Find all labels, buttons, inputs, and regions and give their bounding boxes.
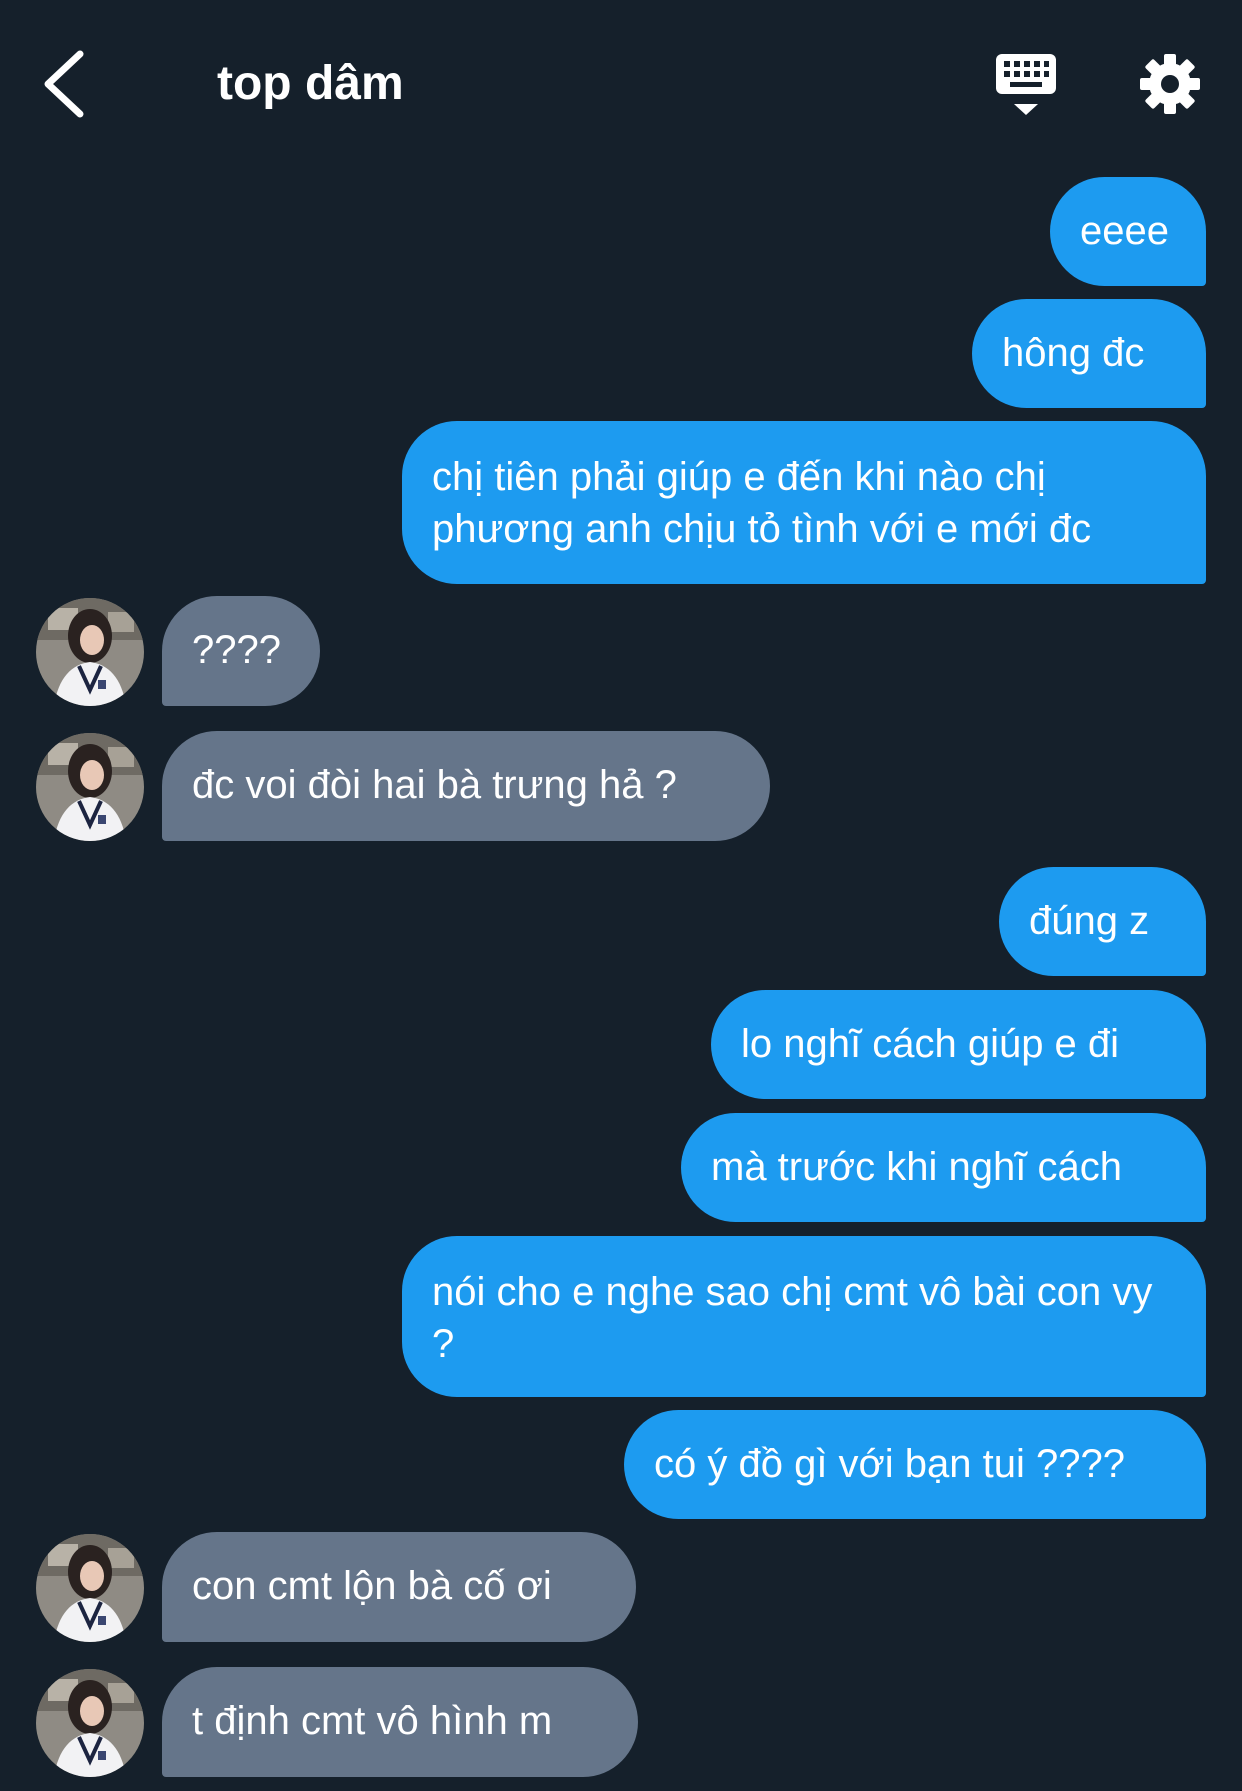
message-bubble-received[interactable]: con cmt lộn bà cố ơi — [162, 1532, 636, 1642]
contact-avatar[interactable] — [36, 733, 144, 841]
message-bubble-sent[interactable]: lo nghĩ cách giúp e đi — [711, 990, 1206, 1099]
contact-avatar[interactable] — [36, 598, 144, 706]
message-bubble-sent[interactable]: có ý đồ gì với bạn tui ???? — [624, 1410, 1206, 1519]
message-bubble-sent[interactable]: mà trước khi nghĩ cách — [681, 1113, 1206, 1222]
message-thread: eeee hông đc chị tiên phải giúp e đến kh… — [0, 0, 1242, 1791]
contact-avatar[interactable] — [36, 1669, 144, 1777]
message-bubble-sent[interactable]: chị tiên phải giúp e đến khi nào chị phư… — [402, 421, 1206, 584]
message-bubble-sent[interactable]: đúng z — [999, 867, 1206, 976]
message-bubble-received[interactable]: ???? — [162, 596, 320, 706]
avatar-photo — [36, 1534, 144, 1642]
avatar-photo — [36, 1669, 144, 1777]
message-bubble-received[interactable]: t định cmt vô hình m — [162, 1667, 638, 1777]
message-bubble-sent[interactable]: eeee — [1050, 177, 1206, 286]
avatar-photo — [36, 733, 144, 841]
contact-avatar[interactable] — [36, 1534, 144, 1642]
message-bubble-sent[interactable]: nói cho e nghe sao chị cmt vô bài con vy… — [402, 1236, 1206, 1397]
avatar-photo — [36, 598, 144, 706]
message-bubble-sent[interactable]: hông đc — [972, 299, 1206, 408]
message-bubble-received[interactable]: đc voi đòi hai bà trưng hả ? — [162, 731, 770, 841]
